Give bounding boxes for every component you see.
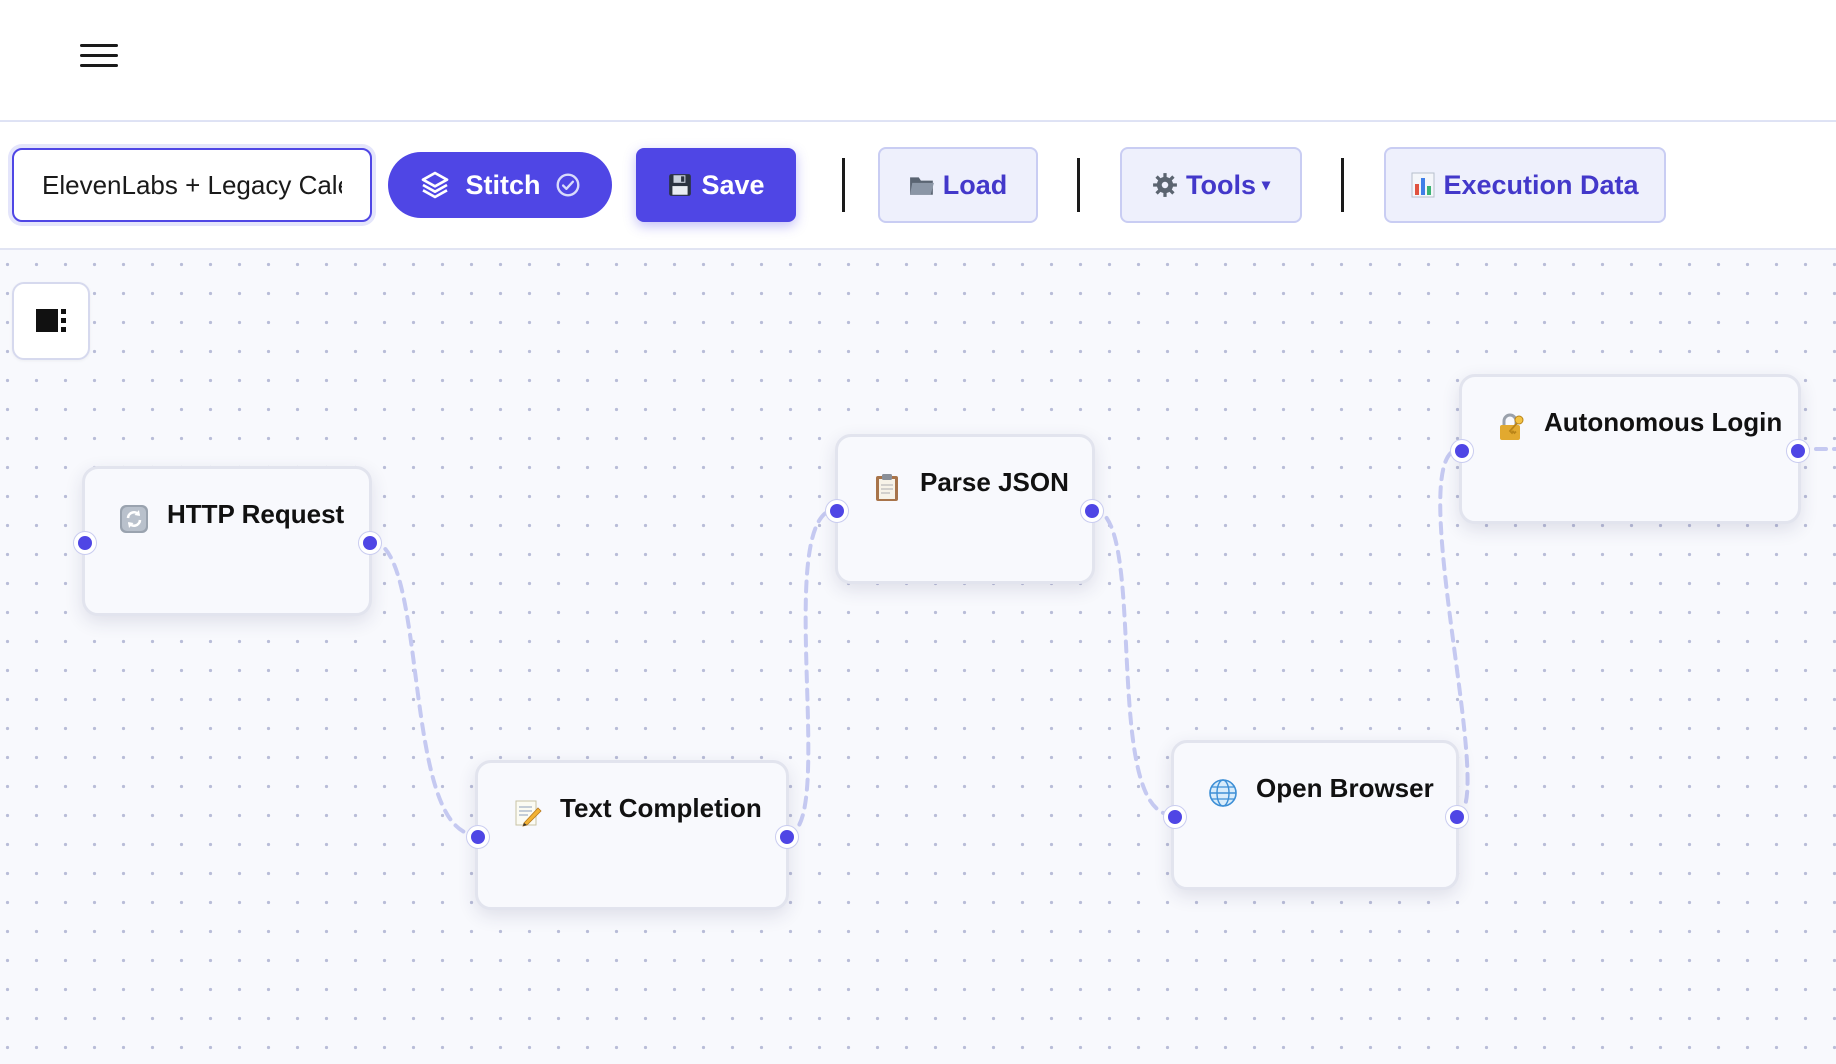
bar-chart-icon xyxy=(1411,172,1435,198)
clipboard-icon xyxy=(876,473,898,501)
layers-icon xyxy=(422,171,449,199)
input-handle[interactable] xyxy=(826,500,848,522)
output-handle[interactable] xyxy=(359,532,381,554)
node-header: Autonomous Login xyxy=(1496,407,1783,440)
load-button[interactable]: Load xyxy=(878,147,1038,223)
node-title: HTTP Request xyxy=(167,499,345,529)
input-handle[interactable] xyxy=(467,826,489,848)
input-handle[interactable] xyxy=(74,532,96,554)
input-handle[interactable] xyxy=(1451,440,1473,462)
node-title: Open Browser xyxy=(1256,773,1434,803)
toolbar-divider xyxy=(1341,158,1344,212)
folder-icon xyxy=(909,177,934,195)
chevron-down-icon: ▾ xyxy=(1261,177,1271,194)
toolbar-divider xyxy=(842,158,845,212)
output-handle[interactable] xyxy=(1081,500,1103,522)
gear-icon xyxy=(1153,173,1177,197)
check-circle-icon xyxy=(556,173,579,197)
top-header xyxy=(0,0,1836,122)
toolbar: Stitch Save Load xyxy=(0,122,1836,250)
node-header: Text Completion xyxy=(512,793,762,827)
load-label: Load xyxy=(942,169,1008,200)
output-handle[interactable] xyxy=(1787,440,1809,462)
execution-data-button[interactable]: Execution Data xyxy=(1384,147,1666,223)
node-title: Parse JSON xyxy=(920,467,1069,497)
node-title: Autonomous Login xyxy=(1544,407,1783,437)
workflow-canvas[interactable] xyxy=(0,250,1836,1064)
node-parse-json[interactable]: Parse JSON xyxy=(835,434,1095,584)
input-handle[interactable] xyxy=(1164,806,1186,828)
workflow-name-input[interactable] xyxy=(12,148,372,222)
stitch-label: Stitch xyxy=(465,169,541,200)
output-handle[interactable] xyxy=(776,826,798,848)
node-header: Open Browser xyxy=(1208,773,1434,807)
execution-data-label: Execution Data xyxy=(1443,169,1639,200)
stitch-button[interactable]: Stitch xyxy=(388,152,612,218)
node-open-browser[interactable]: Open Browser xyxy=(1171,740,1459,890)
node-header: HTTP Request xyxy=(119,499,345,533)
output-handle[interactable] xyxy=(1446,806,1468,828)
globe-icon xyxy=(1209,778,1237,807)
hamburger-icon[interactable] xyxy=(80,42,118,70)
toolbar-divider xyxy=(1077,158,1080,212)
node-autonomous-login[interactable]: Autonomous Login xyxy=(1459,374,1801,524)
node-http-request[interactable]: HTTP Request xyxy=(82,466,372,616)
memo-icon xyxy=(515,800,542,827)
refresh-icon xyxy=(120,504,148,533)
save-label: Save xyxy=(701,169,765,200)
lock-key-icon xyxy=(1500,413,1524,440)
node-header: Parse JSON xyxy=(872,467,1069,501)
node-text-completion[interactable]: Text Completion xyxy=(475,760,789,910)
node-title: Text Completion xyxy=(560,793,762,823)
floppy-disk-icon xyxy=(669,174,692,196)
panel-toggle-button[interactable] xyxy=(12,282,90,360)
save-button[interactable]: Save xyxy=(636,148,796,222)
tools-dropdown-button[interactable]: Tools ▾ xyxy=(1120,147,1302,223)
panel-toggle-icon xyxy=(36,309,66,332)
tools-label: Tools xyxy=(1185,169,1256,200)
